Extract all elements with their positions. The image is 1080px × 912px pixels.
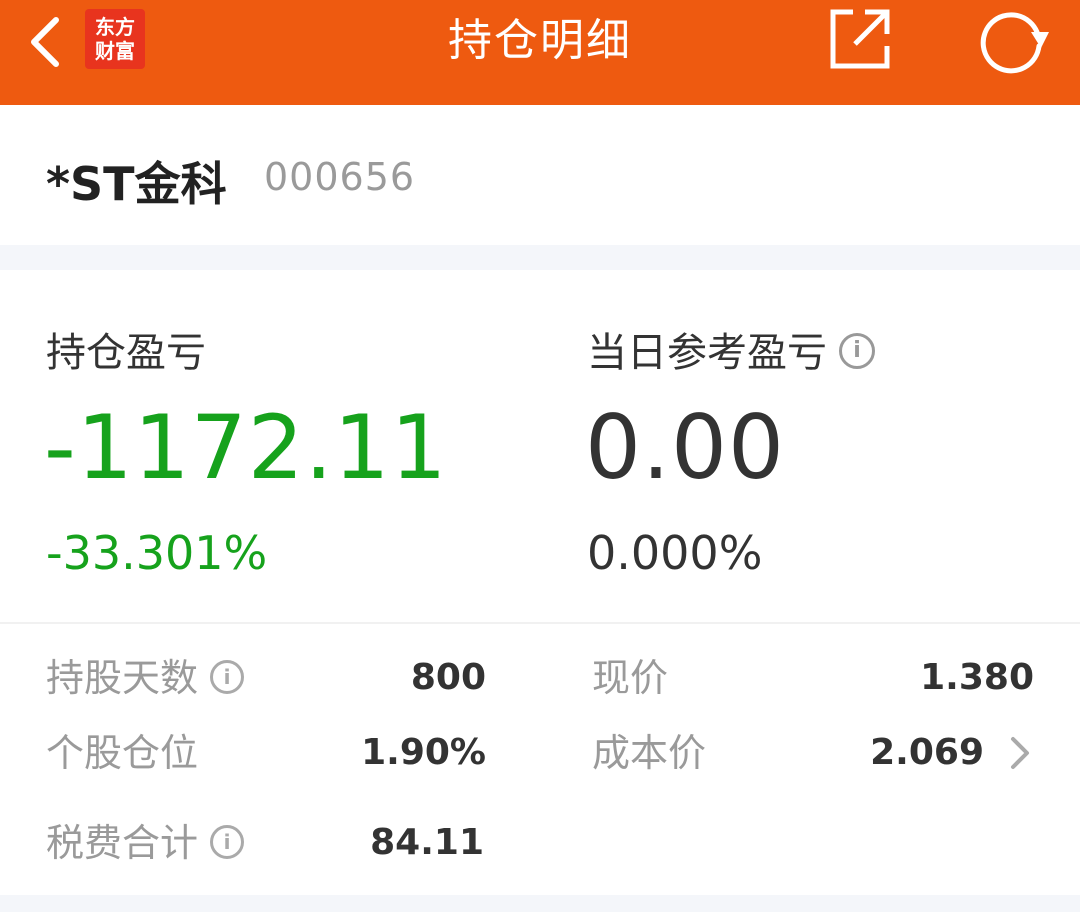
daily-pnl-label-group: 当日参考盈亏 i [587, 320, 875, 378]
share-button[interactable] [825, 4, 893, 72]
divider [0, 622, 1080, 624]
current-price-label: 现价 [592, 656, 669, 700]
refresh-icon [980, 12, 1049, 74]
info-icon[interactable]: i [210, 659, 245, 694]
daily-pnl-label: 当日参考盈亏 [587, 330, 827, 376]
current-price-value: 1.380 [920, 657, 1034, 698]
holding-days-value: 800 [410, 657, 486, 698]
info-icon[interactable]: i [839, 333, 875, 369]
holding-pnl-label: 持仓盈亏 [46, 330, 206, 376]
chevron-right-icon[interactable] [1005, 733, 1033, 773]
holding-days-label-group: 持股天数 i [46, 654, 245, 702]
pnl-card: 持仓盈亏 当日参考盈亏 i -1172.11 0.00 -33.301% 0.00… [0, 270, 1080, 895]
page-title: 持仓明细 [448, 15, 632, 66]
position-ratio-label: 个股仓位 [46, 731, 199, 775]
holding-pnl-percent: -33.301% [46, 526, 268, 580]
position-ratio-value: 1.90% [361, 732, 486, 773]
info-icon[interactable]: i [210, 824, 245, 859]
fees-label-group: 税费合计 i [46, 819, 245, 867]
stock-info-card: *ST金科 000656 [0, 105, 1080, 245]
cost-price-label[interactable]: 成本价 [592, 729, 706, 777]
holding-days-label: 持股天数 [46, 656, 199, 700]
header-bar: 东方 财富 持仓明细 [0, 0, 1080, 105]
fees-value: 84.11 [370, 822, 484, 863]
refresh-button[interactable] [975, 6, 1051, 74]
fees-label: 税费合计 [46, 821, 199, 865]
holding-pnl-value: -1172.11 [44, 396, 448, 499]
cost-price-value[interactable]: 2.069 [870, 729, 984, 777]
daily-pnl-percent: 0.000% [587, 526, 763, 580]
stock-name: *ST金科 [46, 157, 227, 211]
stock-code: 000656 [264, 155, 416, 199]
daily-pnl-value: 0.00 [585, 396, 785, 499]
share-icon [830, 9, 890, 69]
